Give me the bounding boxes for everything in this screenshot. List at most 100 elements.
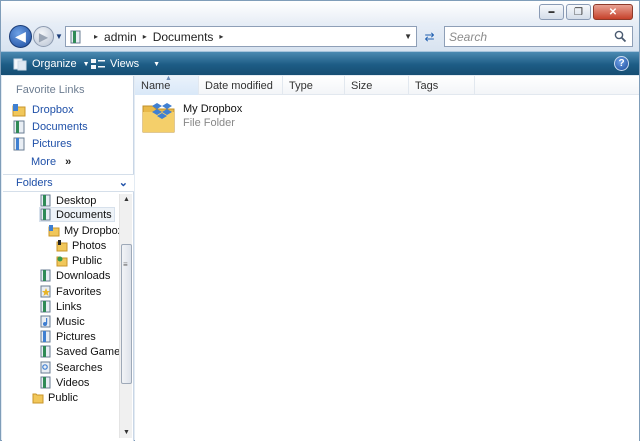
organize-icon [13, 58, 27, 71]
search-input[interactable]: Search [444, 26, 633, 47]
help-icon: ? [618, 58, 625, 69]
breadcrumb-documents[interactable]: Documents [153, 30, 214, 44]
close-button[interactable]: ✕ [593, 4, 633, 20]
navigation-pane: Favorite Links Dropbox Documents Picture… [2, 76, 134, 441]
maximize-button[interactable]: ❐ [566, 4, 591, 20]
tree-item-music[interactable]: Music [40, 314, 87, 329]
tree-item-label: Saved Games [56, 345, 126, 358]
search-icon [614, 30, 627, 43]
tree-item-saved-games[interactable]: Saved Games [40, 344, 128, 359]
tree-item-label: Favorites [56, 285, 102, 298]
file-type: File Folder [183, 117, 235, 129]
breadcrumb-separator-icon: ▸ [94, 32, 99, 41]
documents-icon [40, 208, 51, 221]
scroll-down-icon[interactable]: ▼ [123, 429, 130, 436]
dropbox-folder-icon [12, 104, 26, 117]
downloads-icon [40, 269, 51, 282]
dropbox-folder-icon [48, 225, 60, 237]
favorite-link-dropbox[interactable]: Dropbox [12, 102, 74, 118]
favorite-link-label: Dropbox [32, 104, 74, 116]
file-item-my-dropbox[interactable]: My Dropbox File Folder [141, 100, 291, 136]
tree-item-links[interactable]: Links [40, 299, 84, 314]
back-button[interactable]: ◀ [9, 25, 32, 48]
tree-item-label: Links [56, 300, 82, 313]
tree-item-label: Music [56, 315, 85, 328]
favorite-links-title: Favorite Links [16, 84, 85, 96]
tree-item-label: Documents [56, 208, 112, 221]
desktop-icon [40, 194, 51, 207]
folders-title: Folders [16, 177, 53, 189]
dropbox-folder-icon [142, 103, 175, 133]
address-history-dropdown[interactable]: ▼ [404, 32, 412, 41]
organize-label: Organize [32, 58, 77, 70]
organize-button[interactable]: Organize ▼ [13, 55, 90, 73]
column-header-name[interactable]: ▲ Name [135, 75, 199, 95]
tree-item-downloads[interactable]: Downloads [40, 268, 112, 283]
tree-item-pictures[interactable]: Pictures [40, 329, 98, 344]
address-bar[interactable]: ▸ admin ▸ Documents ▸ ▼ [65, 26, 417, 47]
minimize-button[interactable]: ▬ [539, 4, 564, 20]
close-icon: ✕ [608, 6, 618, 18]
tree-item-label: Pictures [56, 330, 96, 343]
command-toolbar: Organize ▼ Views ▼ ? [1, 51, 639, 75]
breadcrumb-separator-icon: ▸ [142, 32, 147, 41]
more-links-button[interactable]: More » [31, 156, 71, 168]
column-header-type[interactable]: Type [283, 76, 345, 95]
tree-item-public-dropbox[interactable]: Public [56, 253, 104, 268]
address-row: ◀ ▶ ▼ ▸ admin ▸ Documents ▸ ▼ ⇄ Search [1, 23, 639, 51]
column-header-date-modified[interactable]: Date modified [199, 76, 283, 95]
forward-button[interactable]: ▶ [33, 26, 54, 47]
refresh-button[interactable]: ⇄ [419, 26, 440, 47]
favorite-link-label: Pictures [32, 138, 72, 150]
favorite-link-label: Documents [32, 121, 88, 133]
tree-item-searches[interactable]: Searches [40, 360, 104, 375]
documents-location-icon [70, 30, 81, 43]
breadcrumb-admin[interactable]: admin [104, 30, 137, 44]
folders-header[interactable]: Folders ⌄ [3, 174, 134, 192]
favorite-link-pictures[interactable]: Pictures [12, 136, 72, 152]
more-label: More [31, 156, 57, 168]
folders-scrollbar[interactable]: ▲ ≡ ▼ [119, 194, 132, 438]
music-icon [40, 315, 51, 328]
column-header-tags[interactable]: Tags [409, 76, 475, 95]
back-arrow-icon: ◀ [15, 28, 26, 44]
column-header-size[interactable]: Size [345, 76, 409, 95]
breadcrumb-separator-icon: ▸ [219, 32, 224, 41]
scroll-up-icon[interactable]: ▲ [123, 196, 130, 203]
column-header-label: Tags [415, 79, 439, 92]
sort-ascending-icon: ▲ [165, 75, 172, 82]
favorites-icon [40, 285, 51, 298]
tree-item-label: Searches [56, 361, 103, 374]
tree-item-label: Desktop [56, 194, 97, 207]
pictures-icon [13, 137, 25, 151]
photos-folder-icon [56, 240, 68, 252]
tree-item-photos[interactable]: Photos [56, 238, 108, 253]
tree-item-label: Public [48, 391, 78, 404]
views-label: Views [110, 58, 140, 70]
public-folder-icon [56, 256, 68, 267]
tree-item-label: Photos [72, 239, 107, 252]
recent-pages-dropdown[interactable]: ▼ [55, 32, 63, 41]
documents-icon [13, 120, 25, 134]
tree-item-label: Public [72, 254, 102, 267]
views-dropdown-icon: ▼ [153, 60, 161, 68]
tree-item-my-dropbox[interactable]: My Dropbox [48, 223, 125, 238]
saved-games-icon [40, 345, 51, 358]
forward-arrow-icon: ▶ [38, 29, 49, 44]
tree-item-documents[interactable]: Documents [39, 207, 115, 222]
column-header-label: Type [289, 79, 313, 92]
tree-item-videos[interactable]: Videos [40, 375, 91, 390]
minimize-icon: ▬ [548, 9, 555, 15]
title-bar: ▬ ❐ ✕ [1, 1, 639, 23]
views-button[interactable]: Views ▼ [91, 55, 160, 73]
help-button[interactable]: ? [614, 56, 629, 71]
pictures-icon [40, 330, 51, 343]
column-header-label: Date modified [205, 79, 273, 92]
tree-item-desktop[interactable]: Desktop [40, 193, 98, 208]
maximize-icon: ❐ [574, 6, 583, 18]
organize-dropdown-icon: ▼ [82, 60, 90, 68]
tree-item-favorites[interactable]: Favorites [40, 284, 103, 299]
file-list-pane: ▲ Name Date modified Type Size Tags My D… [135, 75, 639, 441]
tree-item-public[interactable]: Public [32, 390, 80, 405]
favorite-link-documents[interactable]: Documents [12, 119, 88, 135]
